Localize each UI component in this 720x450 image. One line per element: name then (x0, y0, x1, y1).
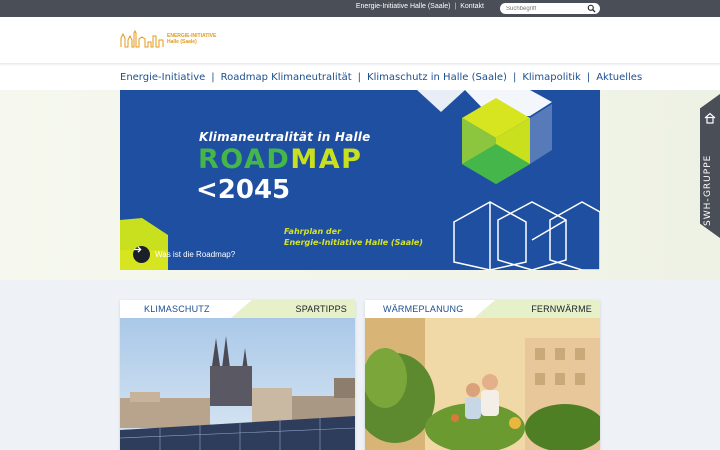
skyline-logo-icon (120, 30, 164, 48)
tab-fernwaerme[interactable]: FERNWÄRME (531, 300, 592, 318)
card-waermeplanung[interactable]: WÄRMEPLANUNG FERNWÄRME (365, 300, 600, 450)
swh-gruppe-tab[interactable]: SWH-GRUPPE (700, 94, 720, 238)
tab-klimaschutz[interactable]: KLIMASCHUTZ (120, 300, 252, 318)
utility-links: Energie-Initiative Halle (Saale) | Konta… (356, 3, 484, 10)
home-link[interactable]: Energie-Initiative Halle (Saale) (356, 3, 451, 10)
nav-item-klimapolitik[interactable]: Klimapolitik (522, 72, 581, 83)
nav-item-aktuelles[interactable]: Aktuelles (596, 72, 642, 83)
nav-divider: | (512, 71, 517, 83)
main-navigation: Energie-Initiative | Roadmap Klimaneutra… (120, 70, 642, 84)
logo-line-2: Halle (Saale) (167, 39, 197, 45)
hero-fahrplan: Fahrplan der Energie-Initiative Halle (S… (284, 226, 423, 248)
roadmap-cta-button[interactable]: Was ist die Roadmap? (133, 245, 235, 263)
search-input[interactable] (506, 4, 584, 13)
nav-item-energie-initiative[interactable]: Energie-Initiative (120, 72, 205, 83)
site-logo[interactable]: ENERGIE-INITIATIVE Halle (Saale) (120, 30, 216, 48)
lower-section (0, 280, 720, 450)
swh-gruppe-label[interactable]: SWH-GRUPPE (703, 155, 713, 226)
header-divider (0, 63, 720, 66)
hero-subtitle: Klimaneutralität in Halle (199, 130, 371, 144)
hero-year: <2045 (196, 175, 291, 205)
search-icon[interactable] (587, 4, 596, 13)
logo-text: ENERGIE-INITIATIVE Halle (Saale) (167, 33, 216, 45)
card-tabs: WÄRMEPLANUNG FERNWÄRME (365, 300, 600, 318)
card-tabs: KLIMASCHUTZ SPARTIPPS (120, 300, 355, 318)
fahrplan-line-2: Energie-Initiative Halle (Saale) (284, 238, 423, 247)
site-header: ENERGIE-INITIATIVE Halle (Saale) (0, 17, 720, 63)
hero-headline: ROADMAP (198, 144, 362, 175)
balcony-couple-image (365, 318, 600, 450)
arrow-right-icon[interactable] (133, 245, 150, 263)
house-icon (704, 112, 716, 124)
hero-banner[interactable]: Klimaneutralität in Halle ROADMAP <2045 … (120, 90, 600, 270)
search-box[interactable] (500, 3, 600, 14)
tab-waermeplanung[interactable]: WÄRMEPLANUNG (365, 300, 495, 318)
top-utility-bar: Energie-Initiative Halle (Saale) | Konta… (0, 0, 720, 17)
tab-spartipps[interactable]: SPARTIPPS (296, 300, 348, 318)
city-skyline-image (120, 318, 355, 450)
nav-item-roadmap[interactable]: Roadmap Klimaneutralität (221, 72, 352, 83)
headline-map: MAP (290, 144, 363, 175)
nav-divider: | (357, 71, 362, 83)
roadmap-cta-label[interactable]: Was ist die Roadmap? (155, 250, 235, 259)
nav-divider: | (586, 71, 591, 83)
card-klimaschutz[interactable]: KLIMASCHUTZ SPARTIPPS (120, 300, 355, 450)
headline-road: ROAD (198, 144, 291, 175)
fahrplan-line-1: Fahrplan der (284, 227, 342, 236)
utility-separator: | (454, 3, 457, 10)
nav-divider: | (211, 71, 215, 83)
contact-link[interactable]: Kontakt (460, 3, 484, 10)
nav-item-klimaschutz[interactable]: Klimaschutz in Halle (Saale) (367, 72, 507, 83)
